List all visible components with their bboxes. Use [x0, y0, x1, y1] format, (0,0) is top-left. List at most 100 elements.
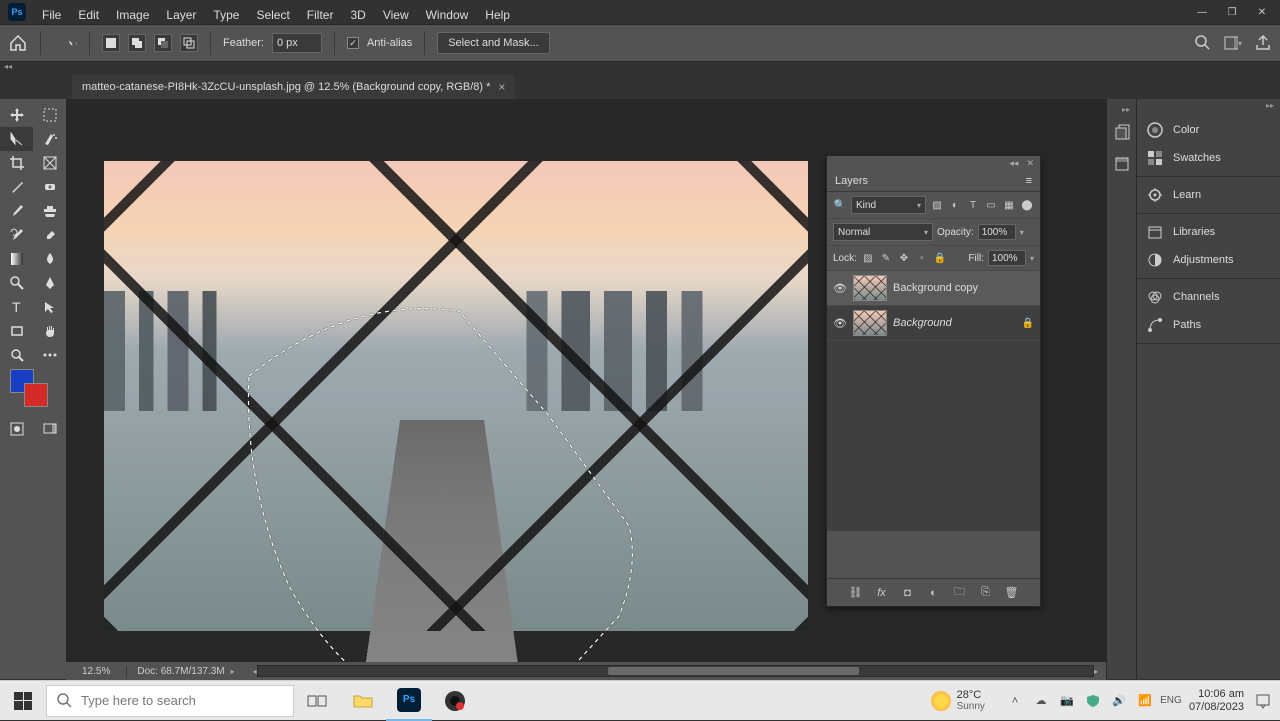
filter-shape-icon[interactable]: ▭ — [984, 198, 998, 212]
layer-thumbnail[interactable] — [853, 310, 887, 336]
layer-item[interactable]: 👁 Background 🔒 — [827, 306, 1040, 341]
home-button[interactable] — [8, 34, 28, 52]
filter-pixel-icon[interactable]: ▧ — [930, 198, 944, 212]
window-restore[interactable]: ❐ — [1226, 6, 1238, 18]
fill-input[interactable] — [988, 250, 1026, 266]
paths-panel-button[interactable]: Paths — [1137, 311, 1280, 339]
lock-position-icon[interactable]: ✥ — [897, 251, 911, 265]
hand-tool[interactable] — [33, 319, 66, 343]
horizontal-scrollbar[interactable]: ◂▸ — [245, 665, 1106, 677]
clock[interactable]: 10:06 am 07/08/2023 — [1189, 688, 1244, 714]
color-panel-button[interactable]: Color — [1137, 116, 1280, 144]
layer-name[interactable]: Background — [893, 317, 952, 329]
weather-widget[interactable]: 28°C Sunny — [931, 689, 997, 712]
filter-toggle-icon[interactable]: ⬤ — [1020, 198, 1034, 212]
frame-tool[interactable] — [33, 151, 66, 175]
properties-panel-icon[interactable] — [1107, 148, 1137, 180]
dodge-tool[interactable] — [0, 271, 33, 295]
canvas[interactable]: ◂◂ ✕ Layers ≡ 🔍 Kind▾ ▧ ◐ T ▭ ▦ ⬤ Normal… — [66, 99, 1106, 679]
menu-help[interactable]: Help — [477, 4, 518, 26]
delete-layer-icon[interactable]: 🗑 — [1005, 586, 1019, 599]
dock-collapse-icon[interactable]: ▸▸ — [1107, 103, 1136, 116]
layer-thumbnail[interactable] — [853, 275, 887, 301]
network-icon[interactable]: 📶 — [1137, 693, 1153, 709]
filter-search-icon[interactable]: 🔍 — [833, 198, 847, 212]
filter-adjustment-icon[interactable]: ◐ — [948, 198, 962, 212]
new-layer-icon[interactable]: ⎘ — [979, 586, 993, 599]
menu-type[interactable]: Type — [205, 4, 247, 26]
window-close[interactable]: ✕ — [1256, 6, 1268, 18]
learn-panel-button[interactable]: Learn — [1137, 181, 1280, 209]
task-view-icon[interactable] — [294, 681, 340, 721]
feather-input[interactable] — [272, 33, 322, 53]
antialias-checkbox[interactable]: ✓ — [347, 37, 359, 49]
menu-window[interactable]: Window — [418, 4, 477, 26]
doc-info-menu-icon[interactable]: ▸ — [231, 667, 235, 676]
photoshop-taskbar-icon[interactable]: Ps — [386, 681, 432, 721]
selection-add-icon[interactable] — [128, 34, 146, 52]
libraries-panel-button[interactable]: Libraries — [1137, 218, 1280, 246]
lasso-tool[interactable] — [0, 127, 33, 151]
left-collapse-icon[interactable]: ◂◂ — [0, 62, 1280, 71]
obs-taskbar-icon[interactable] — [432, 681, 478, 721]
meet-now-icon[interactable]: 📷 — [1059, 693, 1075, 709]
rectangle-tool[interactable] — [0, 319, 33, 343]
add-mask-icon[interactable]: ◘ — [901, 587, 915, 599]
volume-icon[interactable]: 🔊 — [1111, 693, 1127, 709]
adjustment-layer-icon[interactable]: ◐ — [927, 587, 941, 599]
quick-selection-tool[interactable] — [33, 127, 66, 151]
pen-tool[interactable] — [33, 271, 66, 295]
window-minimize[interactable]: — — [1196, 6, 1208, 18]
eraser-tool[interactable] — [33, 223, 66, 247]
layer-name[interactable]: Background copy — [893, 282, 978, 294]
lock-all-icon[interactable]: 🔒 — [933, 251, 947, 265]
document-tab[interactable]: matteo-catanese-PI8Hk-3ZcCU-unsplash.jpg… — [72, 75, 515, 99]
menu-view[interactable]: View — [375, 4, 417, 26]
zoom-level[interactable]: 12.5% — [66, 666, 127, 677]
panel-menu-icon[interactable]: ≡ — [1026, 175, 1032, 187]
link-layers-icon[interactable]: ⛓ — [849, 586, 863, 599]
layer-fx-icon[interactable]: fx — [875, 587, 889, 599]
share-icon[interactable] — [1254, 34, 1272, 52]
doc-info[interactable]: Doc: 68.7M/137.3M — [137, 666, 224, 677]
move-tool[interactable] — [0, 103, 33, 127]
layers-tab-label[interactable]: Layers — [835, 175, 868, 187]
gradient-tool[interactable] — [0, 247, 33, 271]
search-icon[interactable] — [1194, 34, 1212, 52]
notifications-icon[interactable] — [1254, 692, 1272, 710]
blend-mode-select[interactable]: Normal▾ — [833, 223, 933, 241]
filter-type-icon[interactable]: T — [966, 198, 980, 212]
adjustments-panel-button[interactable]: Adjustments — [1137, 246, 1280, 274]
color-swatches[interactable] — [0, 367, 66, 411]
lock-artboard-icon[interactable]: ▫ — [915, 251, 929, 265]
right-dock-collapse-icon[interactable]: ▸▸ — [1137, 99, 1280, 112]
menu-edit[interactable]: Edit — [70, 4, 107, 26]
start-button[interactable] — [0, 681, 46, 721]
lock-transparency-icon[interactable]: ▨ — [861, 251, 875, 265]
filter-smart-icon[interactable]: ▦ — [1002, 198, 1016, 212]
background-color[interactable] — [24, 383, 48, 407]
menu-select[interactable]: Select — [248, 4, 297, 26]
panel-close-icon[interactable]: ✕ — [1026, 158, 1034, 169]
visibility-toggle-icon[interactable]: 👁 — [833, 282, 847, 295]
quickmask-icon[interactable] — [0, 417, 33, 441]
eyedropper-tool[interactable] — [0, 175, 33, 199]
history-brush-tool[interactable] — [0, 223, 33, 247]
zoom-tool[interactable] — [0, 343, 33, 367]
tray-chevron-icon[interactable]: ˄ — [1007, 693, 1023, 709]
layer-filter-kind[interactable]: Kind▾ — [851, 196, 926, 214]
crop-tool[interactable] — [0, 151, 33, 175]
file-explorer-icon[interactable] — [340, 681, 386, 721]
menu-layer[interactable]: Layer — [158, 4, 204, 26]
channels-panel-button[interactable]: Channels — [1137, 283, 1280, 311]
tool-preset-picker[interactable] — [53, 32, 77, 54]
brush-tool[interactable] — [0, 199, 33, 223]
selection-intersect-icon[interactable] — [180, 34, 198, 52]
marquee-tool[interactable] — [33, 103, 66, 127]
history-panel-icon[interactable] — [1107, 116, 1137, 148]
onedrive-icon[interactable]: ☁ — [1033, 693, 1049, 709]
screenmode-icon[interactable] — [33, 417, 66, 441]
clone-stamp-tool[interactable] — [33, 199, 66, 223]
tab-close-icon[interactable]: × — [498, 80, 505, 94]
taskbar-search[interactable]: Type here to search — [46, 685, 294, 717]
